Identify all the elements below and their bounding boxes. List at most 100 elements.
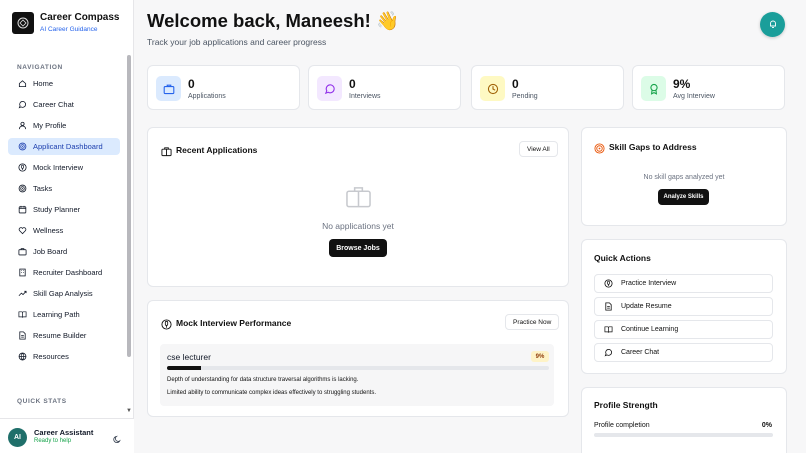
sidebar-item-study-planner[interactable]: Study Planner	[8, 201, 120, 218]
page-title: Welcome back, Maneesh! 👋	[147, 10, 399, 31]
briefcase-icon	[161, 144, 172, 157]
score-progress	[167, 366, 549, 370]
sidebar-item-label: Learning Path	[33, 310, 80, 319]
recent-applications-title: Recent Applications	[176, 145, 258, 155]
stat-value: 0	[188, 77, 195, 91]
moon-icon[interactable]	[113, 431, 122, 443]
document-icon	[604, 302, 613, 311]
empty-briefcase-icon	[346, 186, 371, 213]
sidebar-item-applicant-dashboard[interactable]: Applicant Dashboard	[8, 138, 120, 155]
mock-performance-title: Mock Interview Performance	[176, 318, 292, 328]
brand-subtitle: AI Career Guidance	[40, 26, 98, 33]
document-icon	[18, 331, 27, 340]
sidebar-scrollbar[interactable]	[127, 55, 131, 357]
quick-stats-heading: QUICK STATS	[17, 398, 67, 405]
skill-gaps-empty-text: No skill gaps analyzed yet	[643, 174, 725, 181]
book-icon	[604, 325, 613, 334]
stat-label: Interviews	[349, 93, 381, 100]
avatar: AI	[8, 428, 27, 447]
sidebar-item-label: Skill Gap Analysis	[33, 289, 93, 298]
brand-title: Career Compass	[40, 12, 120, 23]
career-assistant[interactable]: AI Career Assistant Ready to help	[0, 418, 134, 453]
logo-icon	[12, 12, 34, 34]
recent-applications-card: Recent Applications View All No applicat…	[147, 127, 569, 287]
stat-label: Applications	[188, 93, 226, 100]
sidebar-item-mock-interview[interactable]: Mock Interview	[8, 159, 120, 176]
briefcase-icon	[156, 76, 181, 101]
mock-performance-card: Mock Interview Performance Practice Now …	[147, 300, 569, 417]
profile-completion-value: 0%	[761, 422, 772, 429]
assistant-status: Ready to help	[34, 438, 72, 444]
browse-jobs-button[interactable]: Browse Jobs	[329, 239, 387, 257]
quick-action-practice-interview[interactable]: Practice Interview	[594, 274, 773, 293]
sidebar-item-label: Career Chat	[33, 100, 74, 109]
book-icon	[18, 310, 27, 319]
analyze-skills-button[interactable]: Analyze Skills	[658, 189, 709, 205]
award-icon	[641, 76, 666, 101]
stat-card-pending: 0 Pending	[471, 65, 624, 110]
sidebar-item-resources[interactable]: Resources	[8, 348, 120, 365]
chat-icon	[317, 76, 342, 101]
skill-gaps-title: Skill Gaps to Address	[609, 142, 697, 152]
building-icon	[18, 268, 27, 277]
quick-action-update-resume[interactable]: Update Resume	[594, 297, 773, 316]
sidebar-item-home[interactable]: Home	[8, 75, 120, 92]
score-badge: 9%	[531, 351, 549, 362]
quick-actions-title: Quick Actions	[594, 253, 651, 263]
sidebar-item-label: Job Board	[33, 247, 68, 256]
nav-list: Home Career Chat My Profile Applicant Dashb…	[8, 75, 120, 369]
sidebar-item-skill-gap-analysis[interactable]: Skill Gap Analysis	[8, 285, 120, 302]
globe-icon	[18, 352, 27, 361]
sidebar-item-wellness[interactable]: Wellness	[8, 222, 120, 239]
skill-gaps-card: Skill Gaps to Address No skill gaps anal…	[581, 127, 787, 226]
stat-card-avg-interview: 9% Avg Interview	[632, 65, 785, 110]
feedback-item: Depth of understanding for data structur…	[167, 377, 359, 383]
view-all-button[interactable]: View All	[519, 141, 558, 157]
nav-heading: NAVIGATION	[17, 64, 63, 71]
brand[interactable]: Career Compass AI Career Guidance	[12, 12, 119, 34]
mock-interview-entry[interactable]: cse lecturer 9% Depth of understanding f…	[160, 344, 554, 406]
bell-icon	[768, 16, 778, 34]
sidebar-item-label: Tasks	[33, 184, 53, 193]
calendar-icon	[18, 205, 27, 214]
target-icon	[18, 184, 27, 193]
heart-icon	[18, 226, 27, 235]
sidebar-item-job-board[interactable]: Job Board	[8, 243, 120, 260]
scroll-down-icon[interactable]: ▼	[126, 408, 132, 414]
sidebar-item-recruiter-dashboard[interactable]: Recruiter Dashboard	[8, 264, 120, 281]
quick-action-label: Career Chat	[621, 349, 660, 356]
quick-action-label: Update Resume	[621, 303, 672, 310]
sidebar-item-label: Recruiter Dashboard	[33, 268, 103, 277]
score-progress-fill	[167, 366, 202, 370]
mic-icon	[161, 317, 172, 330]
stat-card-interviews: 0 Interviews	[308, 65, 461, 110]
trend-icon	[18, 289, 27, 298]
quick-action-label: Practice Interview	[621, 280, 677, 287]
user-icon	[18, 121, 27, 130]
sidebar-item-label: Mock Interview	[33, 163, 84, 172]
stat-value: 0	[512, 77, 519, 91]
sidebar-item-learning-path[interactable]: Learning Path	[8, 306, 120, 323]
sidebar-item-label: Study Planner	[33, 205, 81, 214]
practice-now-button[interactable]: Practice Now	[505, 314, 560, 330]
sidebar-item-tasks[interactable]: Tasks	[8, 180, 120, 197]
notification-button[interactable]	[760, 12, 785, 37]
chat-icon	[18, 100, 27, 109]
stat-label: Pending	[512, 93, 538, 100]
quick-action-continue-learning[interactable]: Continue Learning	[594, 320, 773, 339]
profile-completion-label: Profile completion	[594, 422, 650, 429]
quick-action-label: Continue Learning	[621, 326, 679, 333]
mic-icon	[604, 279, 613, 288]
sidebar-item-resume-builder[interactable]: Resume Builder	[8, 327, 120, 344]
sidebar-item-my-profile[interactable]: My Profile	[8, 117, 120, 134]
sidebar-item-label: Applicant Dashboard	[33, 142, 103, 151]
sidebar-item-label: My Profile	[33, 121, 67, 130]
profile-strength-title: Profile Strength	[594, 400, 658, 410]
empty-applications-text: No applications yet	[322, 221, 394, 231]
chat-icon	[604, 348, 613, 357]
briefcase-icon	[18, 247, 27, 256]
sidebar-item-label: Home	[33, 79, 54, 88]
sidebar-item-career-chat[interactable]: Career Chat	[8, 96, 120, 113]
quick-action-career-chat[interactable]: Career Chat	[594, 343, 773, 362]
interview-role: cse lecturer	[167, 352, 211, 362]
